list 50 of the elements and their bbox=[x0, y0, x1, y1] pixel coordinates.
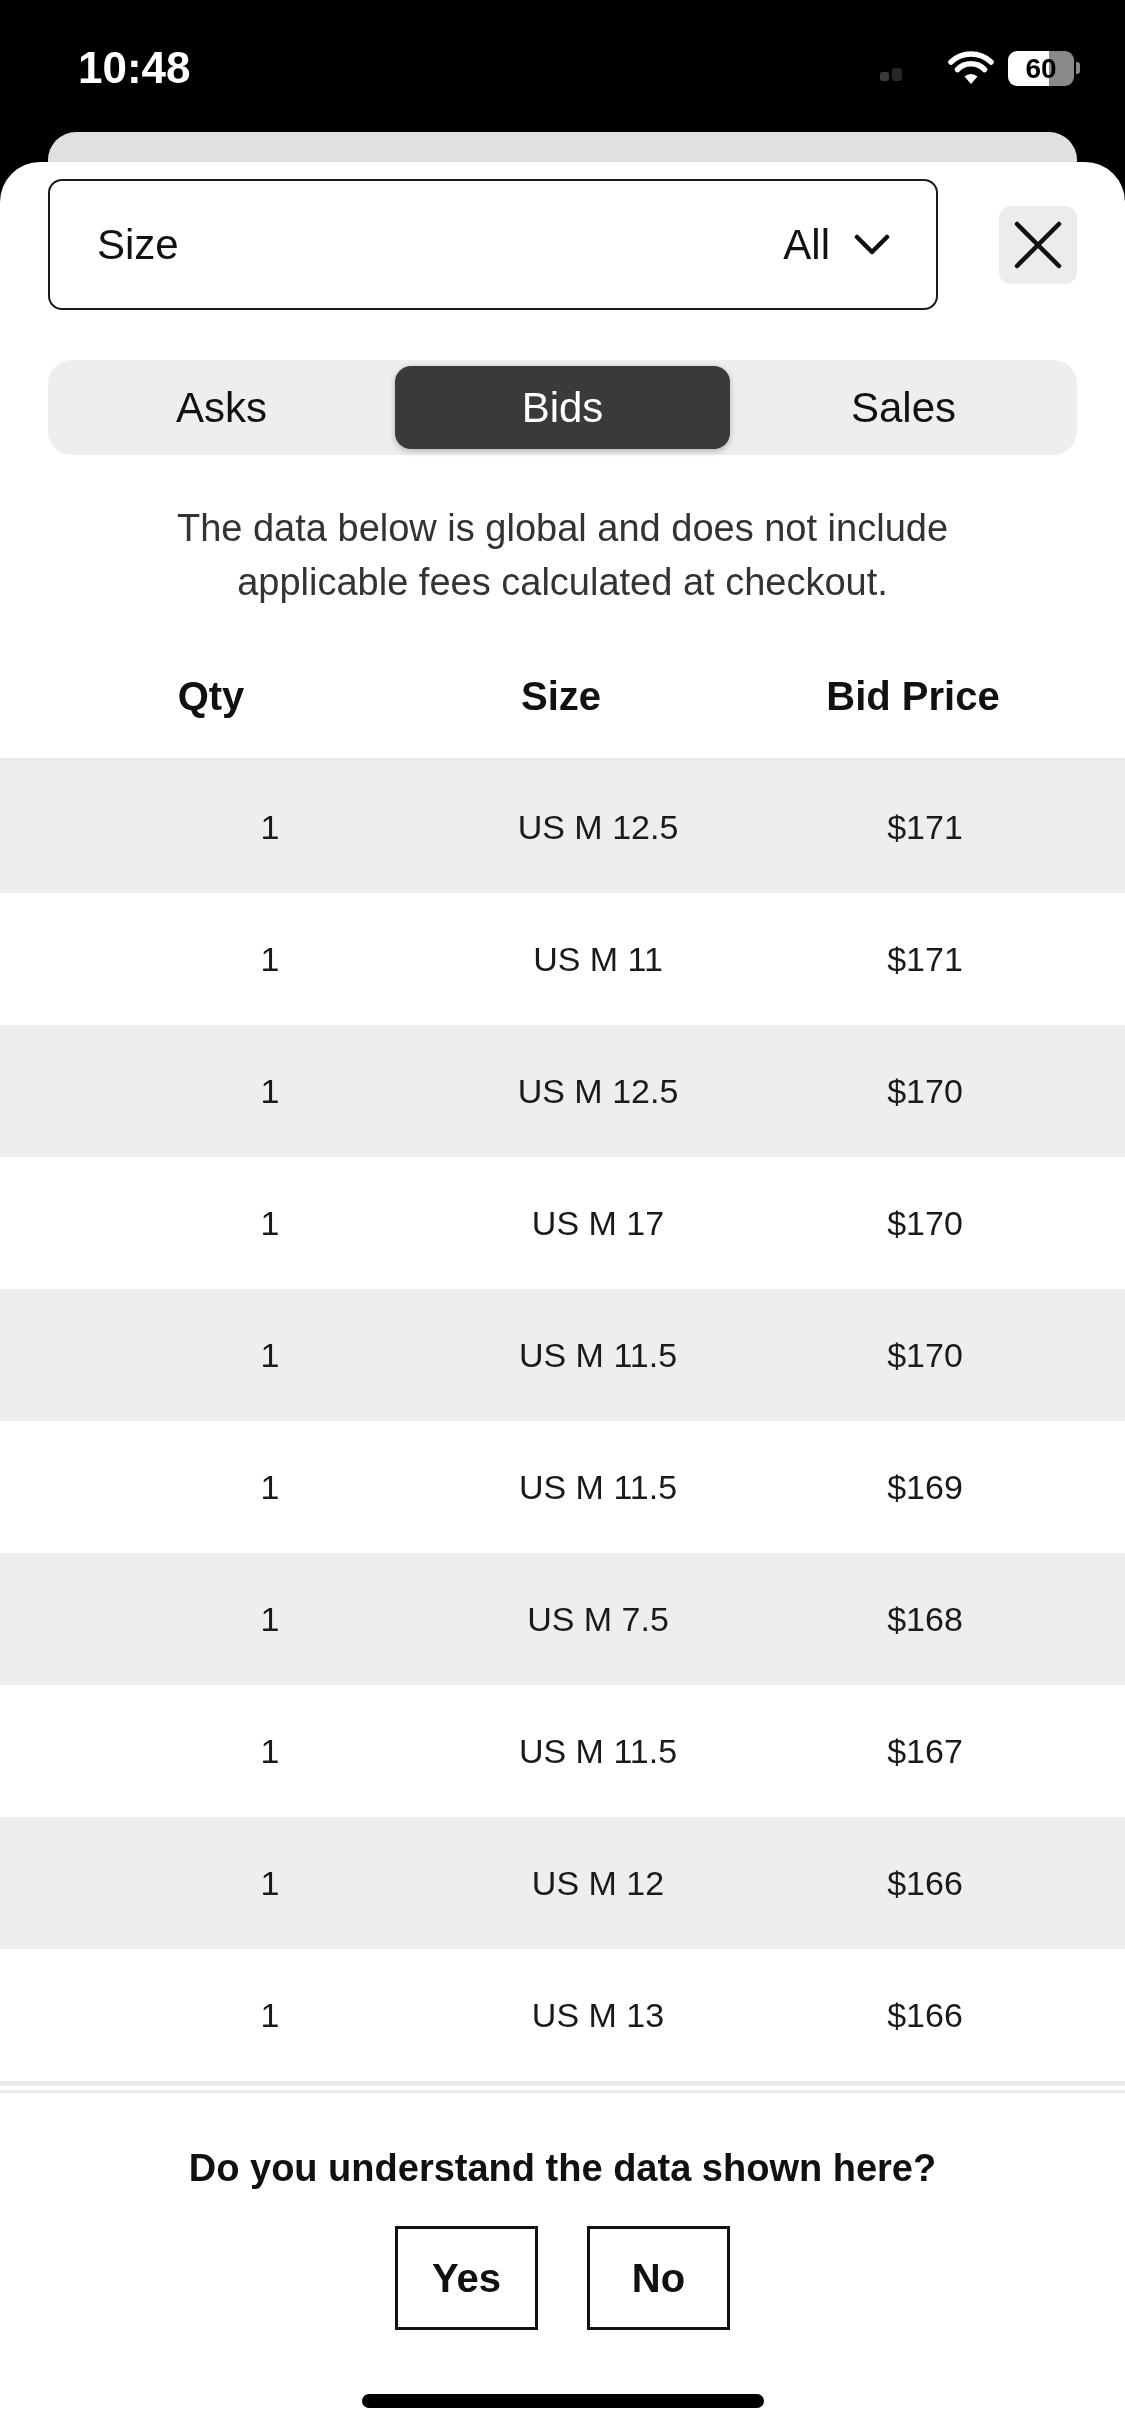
table-cell-text: US M 11.5 bbox=[517, 1730, 679, 1772]
table-cell-text: 1 bbox=[259, 1334, 281, 1376]
table-cell-text: 1 bbox=[259, 806, 281, 848]
table-cell-text: $170 bbox=[886, 1334, 964, 1376]
table-cell-text: US M 12 bbox=[530, 1862, 666, 1904]
table-cell-text: 1 bbox=[259, 1862, 281, 1904]
table-cell-text: US M 13 bbox=[530, 1994, 666, 2036]
signal-icon bbox=[880, 67, 904, 81]
table-cell-text: 1 bbox=[259, 1598, 281, 1640]
status-time: 10:48 bbox=[78, 44, 191, 92]
column-header: Size bbox=[519, 673, 602, 720]
table-cell-text: US M 17 bbox=[530, 1202, 666, 1244]
table-cell-text: $168 bbox=[886, 1598, 964, 1640]
dropdown-value: All bbox=[783, 220, 830, 270]
close-icon bbox=[1014, 220, 1062, 269]
table-cell-text: $166 bbox=[886, 1994, 964, 2036]
table-cell-text: US M 12.5 bbox=[516, 806, 680, 848]
table-cell-text: $166 bbox=[886, 1862, 964, 1904]
table-cell-text: $170 bbox=[886, 1070, 964, 1112]
disclaimer-text: The data below is global and does not include applicable fees calculated at checkout. bbox=[175, 506, 950, 605]
table-cell-text: $171 bbox=[886, 938, 964, 980]
tab[interactable]: Sales bbox=[736, 366, 1071, 449]
table-cell-text: 1 bbox=[259, 938, 281, 980]
table-cell-text: US M 11 bbox=[532, 938, 664, 980]
table-cell-text: 1 bbox=[259, 1202, 281, 1244]
table-cell-text: $169 bbox=[886, 1466, 964, 1508]
table-cell-text: $171 bbox=[886, 806, 964, 848]
answer-button[interactable]: Yes bbox=[395, 2226, 538, 2330]
wifi-icon bbox=[948, 51, 994, 85]
dropdown-label: Size bbox=[97, 220, 179, 270]
table-cell-text: 1 bbox=[259, 1466, 281, 1508]
table-cell-text: US M 11.5 bbox=[517, 1466, 679, 1508]
table-cell-text: 1 bbox=[259, 1730, 281, 1772]
table-cell-text: US M 12.5 bbox=[516, 1070, 680, 1112]
tab[interactable]: Asks bbox=[54, 366, 389, 449]
close-button[interactable] bbox=[999, 205, 1077, 284]
table-cell-text: US M 11.5 bbox=[517, 1334, 679, 1376]
answer-button[interactable]: No bbox=[587, 2226, 730, 2330]
tab[interactable]: Bids bbox=[395, 366, 730, 449]
table-cell-text: $167 bbox=[886, 1730, 964, 1772]
battery-percentage: 60 bbox=[1008, 50, 1074, 86]
chevron-down-icon bbox=[854, 233, 890, 256]
table-cell-text: US M 7.5 bbox=[526, 1598, 670, 1640]
size-filter-dropdown[interactable]: Size All bbox=[48, 179, 938, 310]
table-cell-text: 1 bbox=[259, 1994, 281, 2036]
table-cell-text: 1 bbox=[259, 1070, 281, 1112]
column-header: Bid Price bbox=[825, 673, 1001, 720]
table-cell-text: $170 bbox=[886, 1202, 964, 1244]
feedback-question: Do you understand the data shown here? bbox=[187, 2146, 938, 2191]
column-header: Qty bbox=[176, 673, 246, 720]
